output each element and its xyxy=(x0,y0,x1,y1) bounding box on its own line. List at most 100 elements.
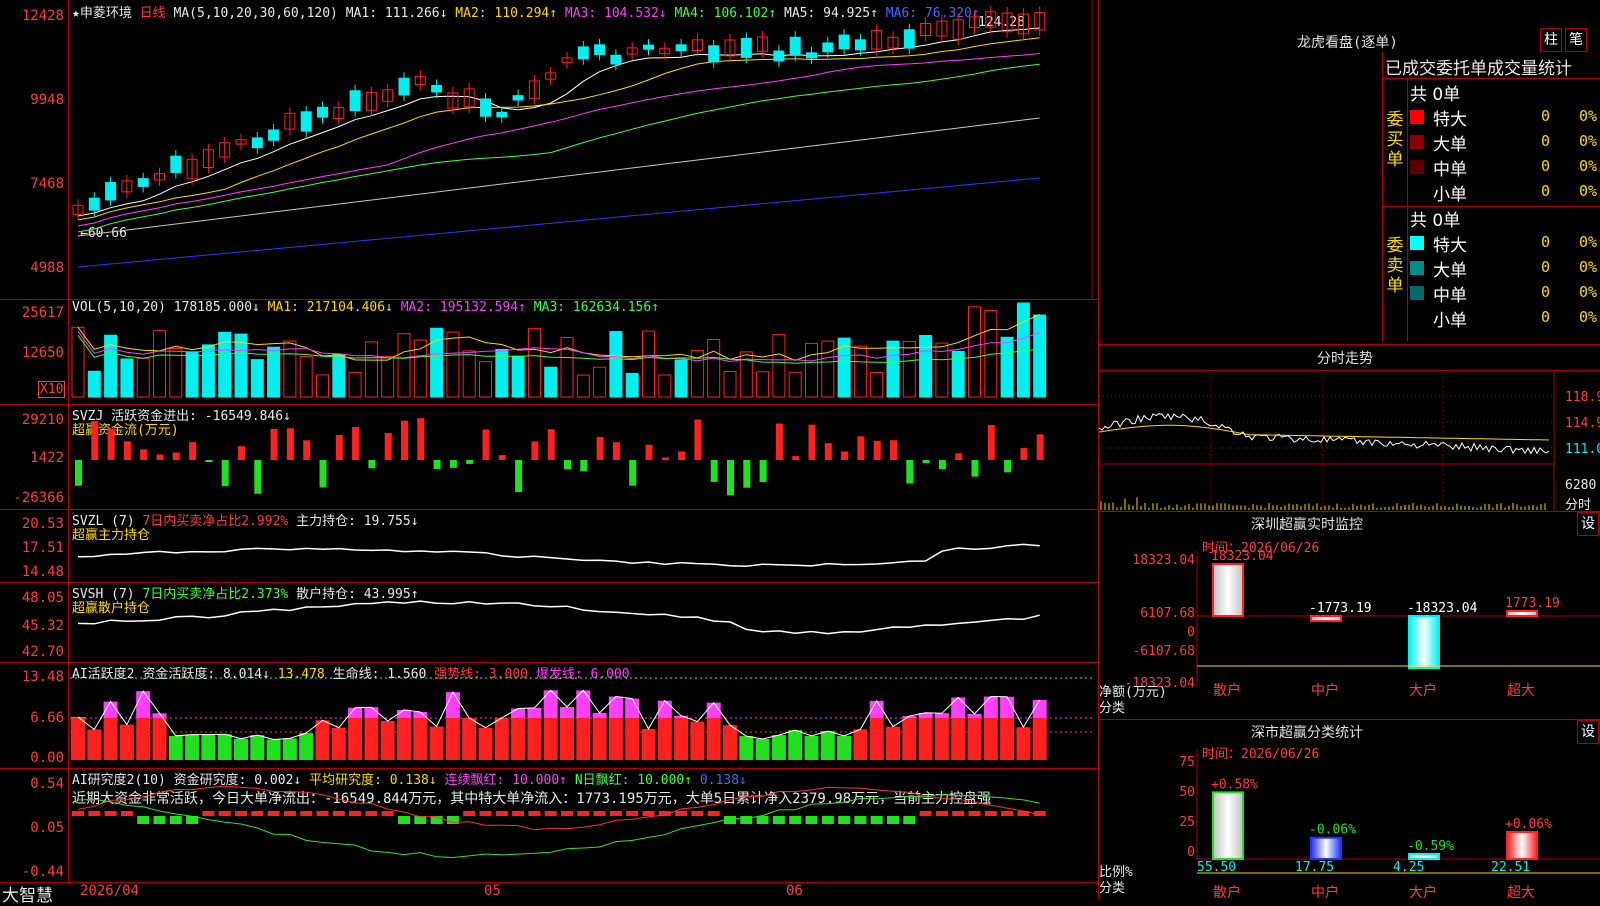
activity-bar xyxy=(642,729,656,760)
activity-bar xyxy=(364,718,378,760)
volume-bar xyxy=(235,334,247,397)
activity-bar-top xyxy=(984,697,998,718)
activity-bar xyxy=(234,739,248,760)
volume-bar xyxy=(382,356,394,397)
research-bar xyxy=(398,816,410,824)
research-bar xyxy=(268,811,280,816)
activity-bar xyxy=(495,718,509,760)
fund-flow-bar xyxy=(336,435,343,460)
fund-flow-bar xyxy=(874,441,881,460)
fund-flow-bar xyxy=(238,446,245,460)
volume-bar xyxy=(887,341,899,397)
svzj-pane[interactable]: SVZJ 活跃资金进出: -16549.846↓ 超赢资金流(万元) 29210… xyxy=(0,404,1098,510)
sell-row-pct: 0% xyxy=(1579,283,1597,301)
price-candles xyxy=(0,0,1098,299)
x-axis-month-06: 06 xyxy=(786,883,803,899)
research-bar xyxy=(170,816,182,824)
activity-bar xyxy=(153,718,167,760)
activity-bar xyxy=(544,718,558,760)
research-bar xyxy=(496,811,508,816)
longhu-title: 龙虎看盘(逐单) xyxy=(1297,32,1398,52)
research-bar xyxy=(219,811,231,816)
fund-flow-bar xyxy=(222,460,229,486)
fund-flow-bar xyxy=(466,460,473,464)
order-stats-title: 已成交委托单成交量统计 xyxy=(1385,54,1572,79)
research-bar xyxy=(887,816,899,824)
svsh-pane[interactable]: SVSH (7) 7日内买卖净占比2.373% 散户持仓: 43.995↑ 超赢… xyxy=(0,582,1098,663)
candle-body xyxy=(513,96,523,100)
sz-stats-panel[interactable]: 深市超赢分类统计 设 时间：2026/06/26 75 50 25 0 比例% … xyxy=(1099,719,1600,900)
category-label: 散户 xyxy=(1213,884,1241,900)
ai-research-pane[interactable]: AI研究度2(10) 资金研究度: 0.002↓ 平均研究度: 0.138↓ 连… xyxy=(0,768,1098,882)
research-bar xyxy=(838,816,850,824)
volume-pane[interactable]: VOL(5,10,20) 178185.000↓ MA1: 217104.406… xyxy=(0,299,1098,405)
fund-flow-bar xyxy=(548,429,555,460)
volume-bar xyxy=(349,372,361,397)
sell-row-count: 0 xyxy=(1541,258,1550,276)
activity-bar-top xyxy=(609,697,623,718)
activity-bar xyxy=(690,722,704,760)
price-pane[interactable]: ★申菱环境 日线 MA(5,10,20,30,60,120) MA1: 111.… xyxy=(0,0,1098,300)
bar-value-label: +0.58% xyxy=(1211,777,1258,792)
candle-body xyxy=(350,91,360,111)
category-bar xyxy=(1311,838,1341,859)
bar-value-label: -18323.04 xyxy=(1407,601,1478,616)
category-bar xyxy=(1213,792,1243,859)
candle-body xyxy=(676,45,686,51)
bar-value-label: -0.06% xyxy=(1309,823,1356,838)
category-label: 超大 xyxy=(1507,885,1535,900)
activity-bar xyxy=(397,718,411,760)
fund-flow-bar xyxy=(320,460,327,487)
ma-line xyxy=(78,54,1040,226)
activity-bar xyxy=(576,718,590,760)
activity-bar xyxy=(413,718,427,760)
bar-mode-button[interactable]: 柱 xyxy=(1540,28,1562,52)
buy-row-label: 小单 xyxy=(1433,180,1467,205)
ai-activity-pane[interactable]: AI活跃度2 资金活跃度: 8.014↓ 13.478 生命线: 1.560 强… xyxy=(0,662,1098,769)
volume-bar xyxy=(643,331,655,397)
buy-row-pct: 0% xyxy=(1579,157,1597,175)
fund-flow-bar xyxy=(434,460,441,469)
candle-body xyxy=(269,130,279,140)
candle-body xyxy=(823,43,833,52)
sz-monitor-panel[interactable]: 深圳超赢实时监控 设 时间：2026/06/26 18323.04 6107.6… xyxy=(1099,511,1600,720)
buy-total: 共 0单 xyxy=(1410,80,1460,105)
fund-flow-bar xyxy=(597,437,604,460)
research-bar xyxy=(154,816,166,824)
fund-flow-bar xyxy=(108,428,115,460)
category-bar xyxy=(1507,832,1537,859)
sell-row-count: 0 xyxy=(1541,283,1550,301)
volume-bar xyxy=(708,340,720,397)
fund-flow-bar xyxy=(1020,448,1027,460)
stroke-mode-button[interactable]: 笔 xyxy=(1565,28,1587,52)
sell-total: 共 0单 xyxy=(1410,206,1460,231)
candle-body xyxy=(432,85,442,91)
volume-bar xyxy=(920,335,932,397)
research-bar xyxy=(626,811,638,816)
research-bar xyxy=(251,811,263,816)
svsh-line xyxy=(0,582,1098,662)
bar-value-label: 18323.04 xyxy=(1211,549,1274,564)
research-bar xyxy=(333,811,345,816)
activity-bar xyxy=(853,729,867,760)
activity-bar xyxy=(674,718,688,760)
category-label: 散户 xyxy=(1213,682,1241,699)
fund-flow-bar xyxy=(368,460,375,468)
sell-row-pct: 0% xyxy=(1579,258,1597,276)
fund-flow-bar xyxy=(124,441,131,460)
activity-bar-top xyxy=(560,707,574,718)
activity-bar-top xyxy=(593,713,607,718)
fund-flow-bar xyxy=(939,460,946,469)
intraday-panel[interactable]: 分时走势 118.9 114.9 111.0 6280 分时 xyxy=(1099,344,1600,512)
svzl-pane[interactable]: SVZL (7) 7日内买卖净占比2.992% 主力持仓: 19.755↓ 超赢… xyxy=(0,509,1098,583)
activity-bar-top xyxy=(413,712,427,718)
fund-flow-bar xyxy=(760,460,767,482)
fund-flow-bar xyxy=(743,460,750,488)
main-hold-line xyxy=(78,544,1040,566)
bar-value-label: 1773.19 xyxy=(1505,596,1560,611)
research-bar xyxy=(365,811,377,816)
fund-flow-bar xyxy=(1004,460,1011,472)
research-bar xyxy=(675,811,687,816)
volume-bar xyxy=(398,334,410,397)
candle-body xyxy=(807,53,817,58)
